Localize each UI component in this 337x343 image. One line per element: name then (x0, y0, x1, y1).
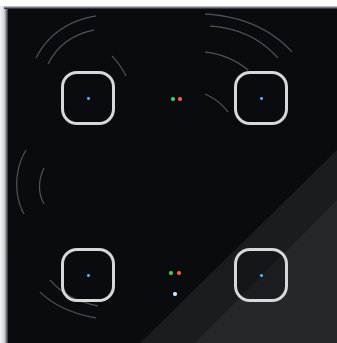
status-led-green-bottom-icon (169, 271, 173, 275)
led-top-right-icon (260, 97, 263, 100)
led-top-left-icon (87, 97, 90, 100)
status-led-green-top-icon (171, 97, 175, 101)
glass-panel (4, 6, 337, 343)
panel-left-bevel (0, 6, 8, 343)
status-led-red-bottom-icon (177, 271, 181, 275)
panel-top-bevel (4, 6, 337, 9)
touch-panel-photo (0, 0, 337, 343)
led-bottom-left-icon (87, 274, 90, 277)
status-led-white-bottom-icon (173, 292, 177, 296)
status-led-red-top-icon (178, 97, 182, 101)
led-bottom-right-icon (260, 274, 263, 277)
